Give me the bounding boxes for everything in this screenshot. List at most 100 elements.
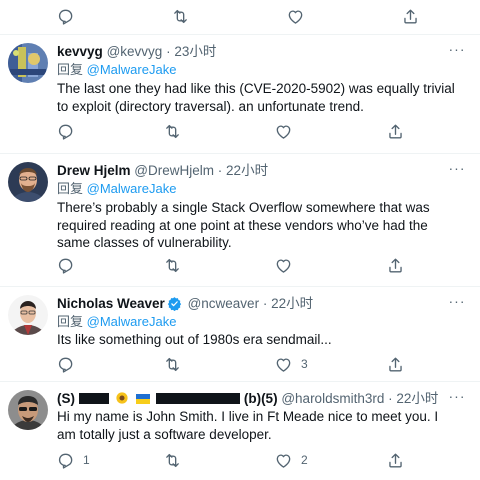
heart-icon — [286, 7, 305, 26]
more-button[interactable]: ··· — [448, 41, 466, 57]
replying-to: 回复 @MalwareJake — [57, 313, 176, 331]
tweet-header: Drew Hjelm @DrewHjelm · 22小时 — [57, 162, 268, 180]
separator-dot: · — [262, 296, 268, 311]
separator-dot: · — [217, 163, 223, 178]
share-button[interactable] — [401, 6, 420, 26]
retweet-icon — [163, 355, 182, 374]
reply-prefix: 回复 — [57, 314, 84, 329]
redaction-block — [78, 393, 109, 404]
tweet-header: Nicholas Weaver @ncweaver · 22小时 — [57, 295, 313, 313]
avatar[interactable] — [8, 43, 48, 83]
retweet-icon — [171, 7, 190, 26]
redaction-block — [156, 393, 241, 404]
share-button[interactable] — [386, 255, 405, 275]
share-button[interactable] — [386, 354, 405, 374]
heart-icon — [274, 122, 293, 141]
reply-icon — [56, 451, 75, 470]
display-name[interactable]: Drew Hjelm — [57, 163, 131, 178]
tweet-text: Hi my name is John Smith. I live in Ft M… — [57, 409, 439, 442]
reply-button[interactable] — [56, 121, 83, 141]
user-handle[interactable]: @ncweaver — [188, 296, 259, 311]
share-icon — [386, 122, 405, 141]
more-button[interactable]: ··· — [448, 161, 466, 175]
tweet-header: kevvyg @kevvyg · 23小时 — [57, 43, 216, 61]
reply-button[interactable] — [56, 6, 83, 26]
retweet-button[interactable] — [163, 450, 190, 470]
verified-badge-icon — [167, 297, 181, 311]
more-icon: ··· — [448, 388, 466, 404]
like-button[interactable] — [274, 255, 301, 275]
timestamp[interactable]: 23小时 — [174, 44, 216, 59]
tweet-nicholas-weaver[interactable]: Nicholas Weaver @ncweaver · 22小时 ··· 回复 … — [0, 287, 480, 382]
share-icon — [386, 256, 405, 275]
like-button[interactable] — [274, 121, 301, 141]
timestamp[interactable]: 22小时 — [226, 163, 268, 178]
retweet-button[interactable] — [171, 6, 198, 26]
heart-icon — [274, 256, 293, 275]
tweet-actions — [0, 121, 480, 141]
tweet-text: Its like something out of 1980s era send… — [57, 332, 332, 347]
reply-icon — [56, 7, 75, 26]
more-button[interactable]: ··· — [448, 388, 466, 404]
retweet-button[interactable] — [163, 121, 190, 141]
mention-link[interactable]: @MalwareJake — [87, 314, 177, 329]
user-handle[interactable]: @DrewHjelm — [134, 163, 214, 178]
display-name-start[interactable]: (S) — [57, 391, 75, 406]
replying-to: 回复 @MalwareJake — [57, 180, 176, 198]
tweet-actions: 1 2 — [0, 450, 480, 470]
reply-icon — [56, 122, 75, 141]
user-handle[interactable]: @haroldsmith3rd — [281, 391, 384, 406]
tweet-drew-hjelm[interactable]: Drew Hjelm @DrewHjelm · 22小时 ··· 回复 @Mal… — [0, 154, 480, 287]
more-icon: ··· — [448, 41, 466, 57]
retweet-icon — [163, 451, 182, 470]
heart-icon — [274, 355, 293, 374]
avatar[interactable] — [8, 390, 48, 430]
share-button[interactable] — [386, 121, 405, 141]
like-count: 2 — [301, 453, 308, 467]
display-name[interactable]: kevvyg — [57, 44, 103, 59]
mention-link[interactable]: @MalwareJake — [87, 62, 177, 77]
timestamp[interactable]: 22小时 — [396, 391, 438, 406]
retweet-button[interactable] — [163, 255, 190, 275]
replying-to: 回复 @MalwareJake — [57, 61, 176, 79]
reply-prefix: 回复 — [57, 181, 84, 196]
ukraine-flag-icon — [136, 394, 151, 404]
like-button[interactable]: 3 — [274, 354, 308, 374]
display-name[interactable]: Nicholas Weaver — [57, 296, 165, 311]
like-button[interactable]: 2 — [274, 450, 308, 470]
tweet-actions — [0, 255, 480, 275]
sunflower-emoji-icon — [115, 392, 128, 404]
avatar[interactable] — [8, 295, 48, 335]
like-button[interactable] — [286, 6, 313, 26]
more-icon: ··· — [448, 293, 466, 309]
separator-dot: · — [166, 44, 171, 59]
tweet-header: (S) (b)(5) @haroldsmith3rd · 22小时 — [57, 390, 438, 408]
separator-dot: · — [388, 391, 393, 406]
tweet-text: The last one they had like this (CVE-202… — [57, 81, 455, 114]
retweet-button[interactable] — [163, 354, 190, 374]
tweet-kevvyg[interactable]: kevvyg @kevvyg · 23小时 ··· 回复 @MalwareJak… — [0, 35, 480, 154]
share-icon — [386, 355, 405, 374]
reply-count: 1 — [83, 453, 90, 467]
reply-button[interactable] — [56, 354, 83, 374]
reply-prefix: 回复 — [57, 62, 84, 77]
tweet-text: There’s probably a single Stack Overflow… — [57, 200, 430, 250]
share-icon — [386, 451, 405, 470]
share-icon — [401, 7, 420, 26]
reply-button[interactable] — [56, 255, 83, 275]
tweet-haroldsmith3rd[interactable]: (S) (b)(5) @haroldsmith3rd · 22小时 ··· Hi… — [0, 382, 480, 480]
previous-tweet-actions — [0, 0, 480, 35]
like-count: 3 — [301, 357, 308, 371]
display-name-end[interactable]: (b)(5) — [244, 391, 278, 406]
timestamp[interactable]: 22小时 — [271, 296, 313, 311]
mention-link[interactable]: @MalwareJake — [87, 181, 177, 196]
share-button[interactable] — [386, 450, 405, 470]
avatar[interactable] — [8, 162, 48, 202]
retweet-icon — [163, 256, 182, 275]
reply-icon — [56, 355, 75, 374]
more-button[interactable]: ··· — [448, 293, 466, 309]
reply-button[interactable]: 1 — [56, 450, 90, 470]
user-handle[interactable]: @kevvyg — [107, 44, 163, 59]
heart-icon — [274, 451, 293, 470]
reply-icon — [56, 256, 75, 275]
